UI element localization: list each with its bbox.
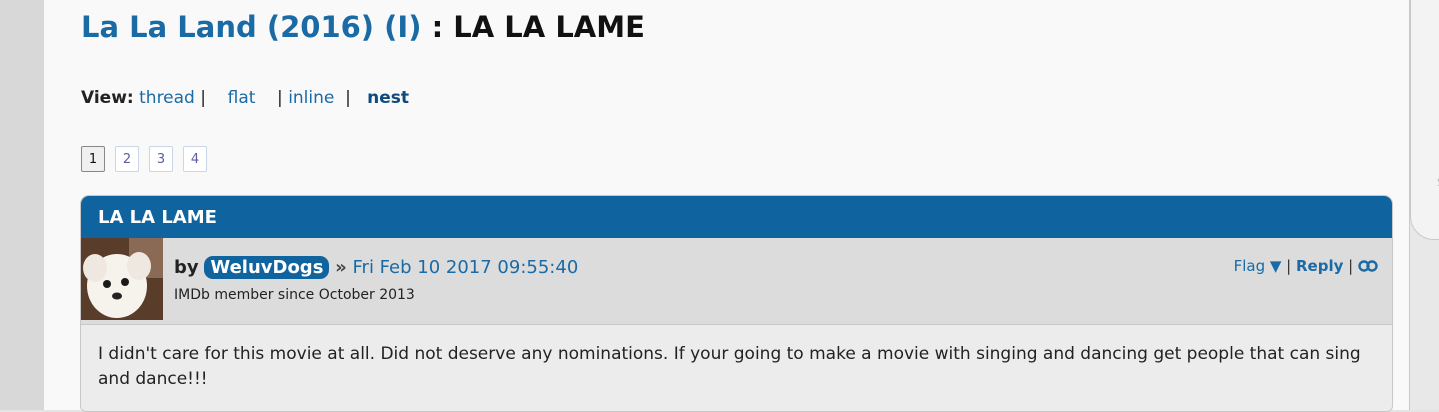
flag-dropdown[interactable]: Flag ▼ — [1234, 257, 1282, 275]
post-title: LA LA LAME — [81, 196, 1392, 238]
view-mode-bar: View: thread | flat | inline | nest — [81, 88, 409, 108]
post-actions: Flag ▼ | Reply | — [1234, 257, 1378, 275]
post-byline: by WeluvDogs » Fri Feb 10 2017 09:55:40 — [174, 256, 578, 279]
view-thread-link[interactable]: thread — [139, 88, 195, 108]
divider: | — [339, 88, 362, 108]
view-label: View: — [81, 88, 134, 108]
link-icon[interactable] — [1358, 257, 1378, 275]
divider: | — [1286, 257, 1296, 275]
thread-title: LA LA LAME — [453, 10, 645, 44]
page-3-link[interactable]: 3 — [149, 146, 173, 172]
member-since: IMDb member since October 2013 — [174, 287, 415, 303]
view-inline-link[interactable]: inline — [288, 88, 334, 108]
username-link[interactable]: WeluvDogs — [204, 256, 330, 279]
divider: | — [1348, 257, 1358, 275]
view-nest-current: nest — [367, 88, 410, 108]
divider: | — [200, 88, 223, 108]
by-label: by — [174, 257, 199, 278]
page-2-link[interactable]: 2 — [115, 146, 139, 172]
post-meta: by WeluvDogs » Fri Feb 10 2017 09:55:40 … — [81, 238, 1392, 325]
title-separator: : — [431, 10, 444, 44]
divider: | — [260, 88, 283, 108]
dog-avatar-image — [81, 238, 163, 320]
right-sidebar-box: S — [1410, 0, 1439, 240]
left-margin — [0, 0, 44, 410]
reply-link[interactable]: Reply — [1296, 257, 1343, 275]
post-card: LA LA LAME by WeluvDogs » Fri Feb 10 201… — [80, 195, 1393, 412]
view-flat-link[interactable]: flat — [228, 88, 256, 108]
movie-title-link[interactable]: La La Land (2016) (I) — [81, 10, 421, 44]
page-4-link[interactable]: 4 — [183, 146, 207, 172]
post-body: I didn't care for this movie at all. Did… — [98, 344, 1361, 389]
avatar[interactable] — [81, 238, 163, 320]
page-1-current: 1 — [81, 146, 105, 172]
page-title: La La Land (2016) (I) : LA LA LAME — [81, 10, 645, 44]
post-date-link[interactable]: Fri Feb 10 2017 09:55:40 — [353, 257, 579, 278]
pagination: 1 2 3 4 — [81, 146, 207, 172]
byline-arrow: » — [335, 257, 347, 278]
